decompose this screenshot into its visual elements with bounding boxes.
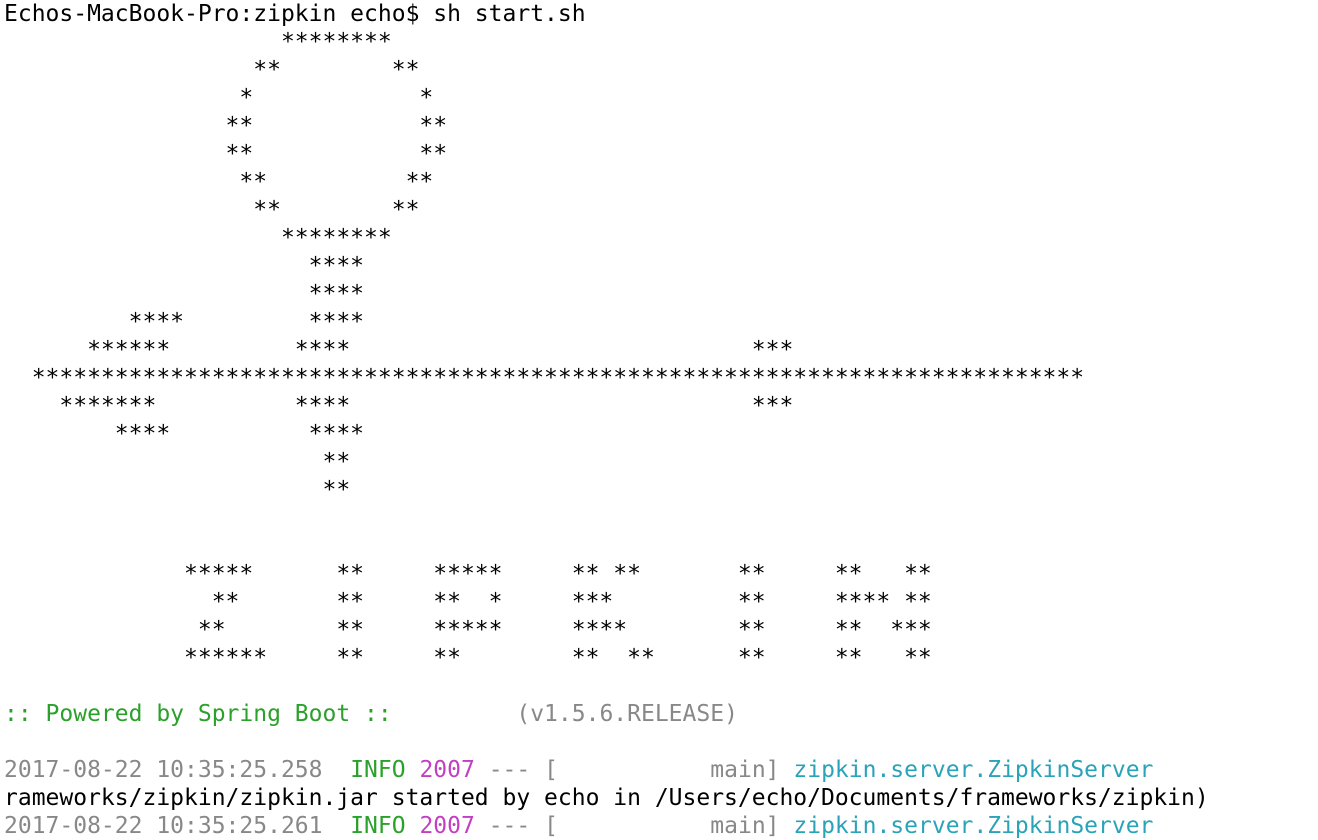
log-timestamp: 2017-08-22 10:35:25.261: [4, 813, 323, 839]
banner-line: ** **: [4, 113, 448, 139]
banner-line: **: [4, 477, 351, 503]
spring-version: (v1.5.6.RELEASE): [516, 701, 738, 727]
banner-line: ** **: [4, 197, 420, 223]
log-pid: 2007: [419, 813, 475, 839]
log-thread: [ main]: [544, 813, 780, 839]
banner-line: ****************************************…: [4, 365, 1085, 391]
log-logger: zipkin.server.ZipkinServer: [793, 813, 1154, 839]
command-prompt: Echos-MacBook-Pro:zipkin echo$ sh start.…: [4, 1, 586, 27]
log-timestamp: 2017-08-22 10:35:25.258: [4, 757, 323, 783]
banner-line: ** **: [4, 141, 448, 167]
banner-line: ********: [4, 225, 392, 251]
banner-line: ** **: [4, 169, 434, 195]
log-line: 2017-08-22 10:35:25.261 INFO 2007 --- [ …: [4, 812, 1153, 840]
log-level: INFO: [350, 813, 406, 839]
banner-line: ** **: [4, 57, 420, 83]
banner-line: ****** ** ** ** ** ** ** **: [4, 645, 932, 671]
banner-line: ********: [4, 29, 392, 55]
banner-line: ** ** ** * *** ** **** **: [4, 589, 932, 615]
log-level: INFO: [350, 757, 406, 783]
powered-by-label: :: Powered by Spring Boot ::: [4, 701, 392, 727]
log-separator: ---: [488, 813, 531, 839]
log-line: 2017-08-22 10:35:25.258 INFO 2007 --- [ …: [4, 756, 1153, 784]
banner-line: **** ****: [4, 309, 365, 335]
banner-line: ** ** ***** **** ** ** ***: [4, 617, 932, 643]
banner-line: ****: [4, 281, 365, 307]
banner-line: ****: [4, 253, 365, 279]
log-logger: zipkin.server.ZipkinServer: [793, 757, 1154, 783]
banner-line: ******* **** ***: [4, 393, 794, 419]
banner-line: ***** ** ***** ** ** ** ** **: [4, 561, 932, 587]
log-separator: ---: [488, 757, 531, 783]
banner-line: * *: [4, 85, 434, 111]
banner-line: ****** **** ***: [4, 337, 794, 363]
terminal-window[interactable]: Echos-MacBook-Pro:zipkin echo$ sh start.…: [0, 0, 1318, 840]
banner-line: **: [4, 449, 351, 475]
spring-boot-banner: :: Powered by Spring Boot :: (v1.5.6.REL…: [4, 700, 738, 728]
log-line: rameworks/zipkin/zipkin.jar started by e…: [4, 785, 1209, 811]
log-pid: 2007: [419, 757, 475, 783]
log-thread: [ main]: [544, 757, 780, 783]
banner-line: **** ****: [4, 421, 365, 447]
